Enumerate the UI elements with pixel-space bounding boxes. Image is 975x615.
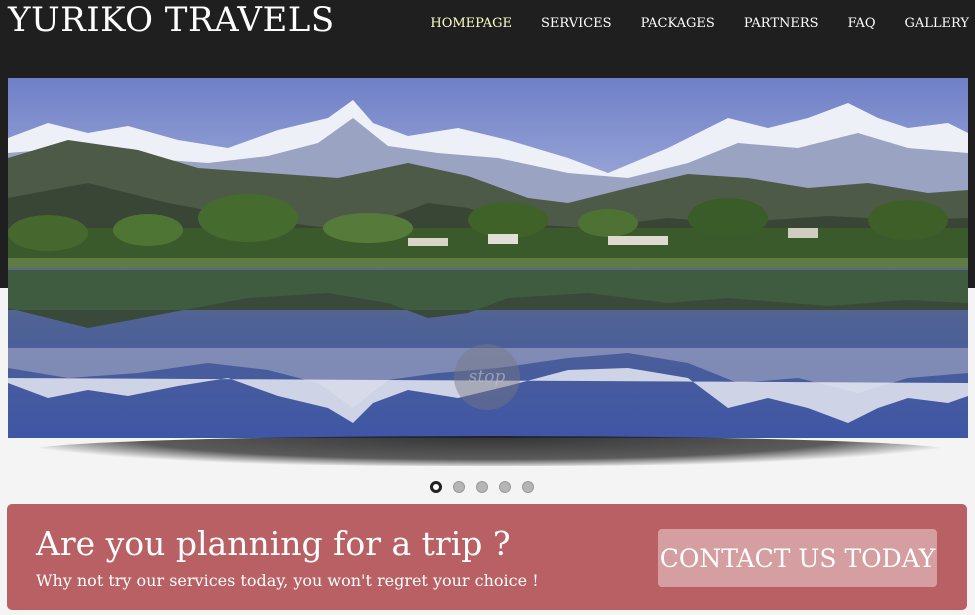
slider-dot-1[interactable] xyxy=(430,481,442,493)
slider-dot-2[interactable] xyxy=(453,481,465,493)
nav-packages[interactable]: PACKAGES xyxy=(641,16,715,31)
contact-us-button[interactable]: CONTACT US TODAY xyxy=(658,529,937,587)
slider-stop-button[interactable]: stop xyxy=(454,344,520,410)
nav-services[interactable]: SERVICES xyxy=(541,16,612,31)
slider-dot-5[interactable] xyxy=(522,481,534,493)
cta-subtitle: Why not try our services today, you won'… xyxy=(36,571,539,590)
slider-pagination xyxy=(430,481,534,493)
slider-dot-3[interactable] xyxy=(476,481,488,493)
main-nav: HOMEPAGE SERVICES PACKAGES PARTNERS FAQ … xyxy=(401,16,969,31)
slider-shadow xyxy=(26,436,952,466)
site-logo[interactable]: YURIKO TRAVELS xyxy=(8,0,335,40)
image-slider[interactable]: stop xyxy=(8,78,968,438)
call-to-action-banner: Are you planning for a trip ? Why not tr… xyxy=(7,504,967,610)
slider-dot-4[interactable] xyxy=(499,481,511,493)
nav-faq[interactable]: FAQ xyxy=(848,16,876,31)
nav-gallery[interactable]: GALLERY xyxy=(905,16,970,31)
nav-partners[interactable]: PARTNERS xyxy=(744,16,819,31)
nav-homepage[interactable]: HOMEPAGE xyxy=(430,16,512,31)
cta-title: Are you planning for a trip ? xyxy=(36,524,511,563)
